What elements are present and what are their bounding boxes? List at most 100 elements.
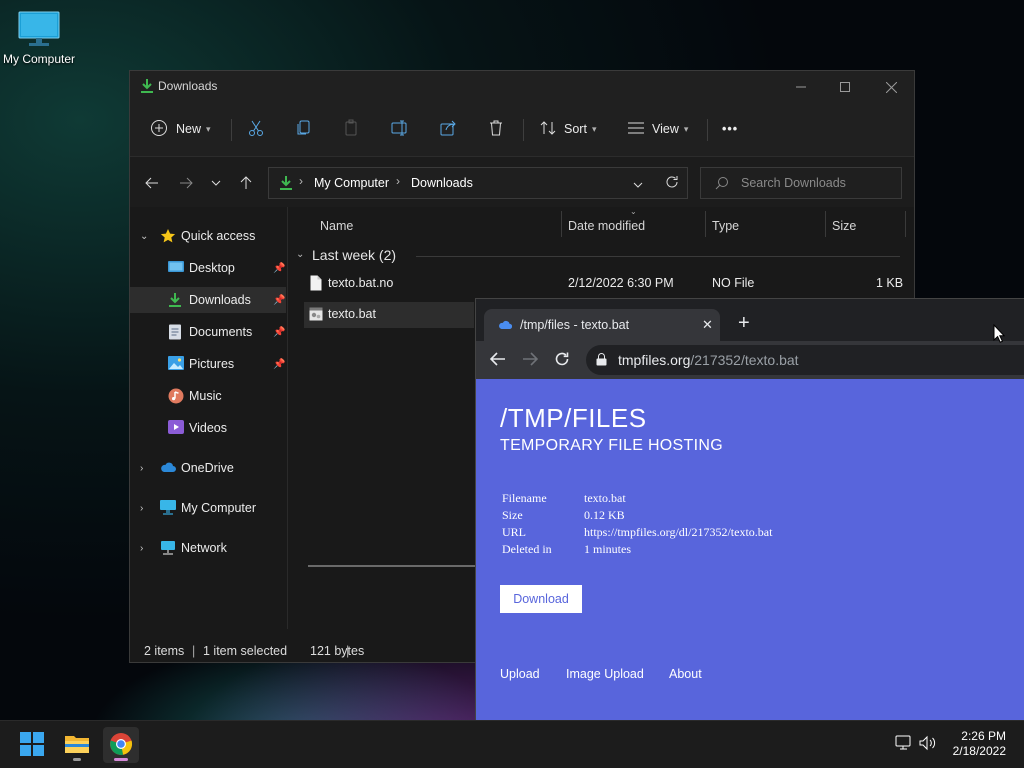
info-value-url[interactable]: https://tmpfiles.org/dl/217352/texto.bat xyxy=(584,525,772,540)
column-header-size[interactable]: Size xyxy=(832,219,856,233)
address-bar[interactable]: › My Computer › Downloads xyxy=(268,167,688,199)
documents-icon xyxy=(168,324,184,340)
maximize-button[interactable] xyxy=(822,71,868,103)
taskbar-chrome[interactable] xyxy=(103,727,139,763)
nav-onedrive[interactable]: › OneDrive xyxy=(130,455,286,481)
about-link[interactable]: About xyxy=(669,667,702,681)
share-button[interactable] xyxy=(439,117,457,141)
minimize-button[interactable] xyxy=(778,71,824,103)
explorer-command-bar: New ▾ Sort ▾ View ▾ ••• xyxy=(130,103,914,157)
network-tray-icon[interactable] xyxy=(895,735,913,754)
lock-icon[interactable] xyxy=(596,353,607,369)
system-clock[interactable]: 2:26 PM 2/18/2022 xyxy=(953,729,1006,759)
explorer-titlebar[interactable]: Downloads xyxy=(130,71,914,103)
browser-tab-strip[interactable]: /tmp/files - texto.bat ✕ + xyxy=(476,299,1024,341)
search-placeholder: Search Downloads xyxy=(741,176,846,190)
horizontal-scrollbar[interactable] xyxy=(308,565,478,567)
volume-icon[interactable] xyxy=(919,735,937,754)
navigation-pane: ⌄ Quick access Desktop 📌 Downloads 📌 Doc… xyxy=(130,207,288,629)
music-icon xyxy=(168,388,184,404)
column-header-date[interactable]: Date modified xyxy=(568,219,645,233)
column-header-name[interactable]: Name xyxy=(320,219,353,233)
chevron-right-icon[interactable]: › xyxy=(140,503,143,514)
file-type: NO File xyxy=(712,276,755,290)
chrome-icon xyxy=(109,732,133,759)
nav-label: Desktop xyxy=(189,261,235,275)
new-button[interactable]: New ▾ xyxy=(150,117,211,141)
address-history-chevron-icon[interactable] xyxy=(633,177,643,191)
start-button[interactable] xyxy=(14,727,50,763)
back-button[interactable] xyxy=(142,173,162,193)
copy-button[interactable] xyxy=(295,117,313,141)
paste-button[interactable] xyxy=(343,117,361,141)
omnibox[interactable]: tmpfiles.org/217352/texto.bat xyxy=(586,345,1024,375)
nav-music[interactable]: Music xyxy=(130,383,286,409)
recent-locations-button[interactable] xyxy=(206,173,226,193)
column-divider[interactable] xyxy=(905,211,906,237)
downloads-icon xyxy=(168,292,184,308)
toolbar-divider xyxy=(707,119,708,141)
nav-documents[interactable]: Documents 📌 xyxy=(130,319,286,345)
upload-link[interactable]: Upload xyxy=(500,667,540,681)
status-selection: 1 item selected xyxy=(203,644,288,658)
nav-label: Quick access xyxy=(181,229,256,243)
nav-videos[interactable]: Videos xyxy=(130,415,286,441)
file-row[interactable]: texto.bat.no 2/12/2022 6:30 PM NO File 1… xyxy=(304,271,914,297)
chevron-down-icon[interactable]: ⌄ xyxy=(140,231,148,242)
breadcrumb-downloads[interactable]: Downloads xyxy=(411,176,473,190)
reload-icon[interactable] xyxy=(554,351,570,370)
delete-button[interactable] xyxy=(487,117,505,141)
close-button[interactable] xyxy=(868,71,914,103)
back-arrow-icon[interactable] xyxy=(489,352,506,369)
search-downloads-input[interactable]: Search Downloads xyxy=(700,167,902,199)
column-divider[interactable] xyxy=(561,211,562,237)
breadcrumb-my-computer[interactable]: My Computer xyxy=(314,176,389,190)
group-header-last-week[interactable]: Last week (2) xyxy=(312,247,396,263)
pin-icon[interactable]: 📌 xyxy=(273,295,285,306)
info-row-url: URL https://tmpfiles.org/dl/217352/texto… xyxy=(502,525,902,542)
browser-tab[interactable]: /tmp/files - texto.bat ✕ xyxy=(484,309,720,341)
pin-icon[interactable]: 📌 xyxy=(273,359,285,370)
nav-label: Music xyxy=(189,389,222,403)
explorer-address-row: › My Computer › Downloads Search Downloa… xyxy=(130,157,914,207)
videos-icon xyxy=(168,420,184,436)
info-row-size: Size 0.12 KB xyxy=(502,508,902,525)
forward-arrow-icon[interactable] xyxy=(522,352,539,369)
nav-pictures[interactable]: Pictures 📌 xyxy=(130,351,286,377)
windows-logo-icon xyxy=(20,731,44,759)
nav-desktop[interactable]: Desktop 📌 xyxy=(130,255,286,281)
file-row-selected[interactable]: texto.bat xyxy=(304,302,474,328)
group-divider xyxy=(416,256,900,257)
nav-network[interactable]: › Network xyxy=(130,535,286,561)
sort-icon xyxy=(539,119,557,140)
view-button[interactable]: View ▾ xyxy=(627,117,688,141)
pin-icon[interactable]: 📌 xyxy=(273,263,285,274)
more-options-button[interactable]: ••• xyxy=(722,117,738,141)
nav-my-computer[interactable]: › My Computer xyxy=(130,495,286,521)
nav-downloads[interactable]: Downloads 📌 xyxy=(130,287,286,313)
nav-quick-access[interactable]: ⌄ Quick access xyxy=(130,223,286,249)
column-divider[interactable] xyxy=(825,211,826,237)
column-divider[interactable] xyxy=(705,211,706,237)
up-button[interactable] xyxy=(236,173,256,193)
refresh-icon[interactable] xyxy=(665,175,679,192)
sort-button[interactable]: Sort ▾ xyxy=(539,117,596,141)
desktop-icon-my-computer[interactable]: My Computer xyxy=(0,8,78,66)
batch-file-icon xyxy=(309,307,323,324)
cut-button[interactable] xyxy=(247,117,265,141)
chevron-right-icon[interactable]: › xyxy=(140,543,143,554)
status-separator: | xyxy=(346,644,350,658)
forward-button[interactable] xyxy=(176,173,196,193)
rename-button[interactable] xyxy=(391,117,409,141)
taskbar-file-explorer[interactable] xyxy=(59,727,95,763)
image-upload-link[interactable]: Image Upload xyxy=(566,667,644,681)
download-button[interactable]: Download xyxy=(500,585,582,613)
tab-close-icon[interactable]: ✕ xyxy=(702,317,713,333)
new-tab-button[interactable]: + xyxy=(738,312,750,335)
page-subtitle: TEMPORARY FILE HOSTING xyxy=(500,437,723,454)
chevron-down-icon[interactable]: ⌄ xyxy=(296,249,304,260)
chevron-right-icon[interactable]: › xyxy=(140,463,143,474)
pin-icon[interactable]: 📌 xyxy=(273,327,285,338)
column-header-type[interactable]: Type xyxy=(712,219,739,233)
status-item-count: 2 items xyxy=(144,644,185,658)
